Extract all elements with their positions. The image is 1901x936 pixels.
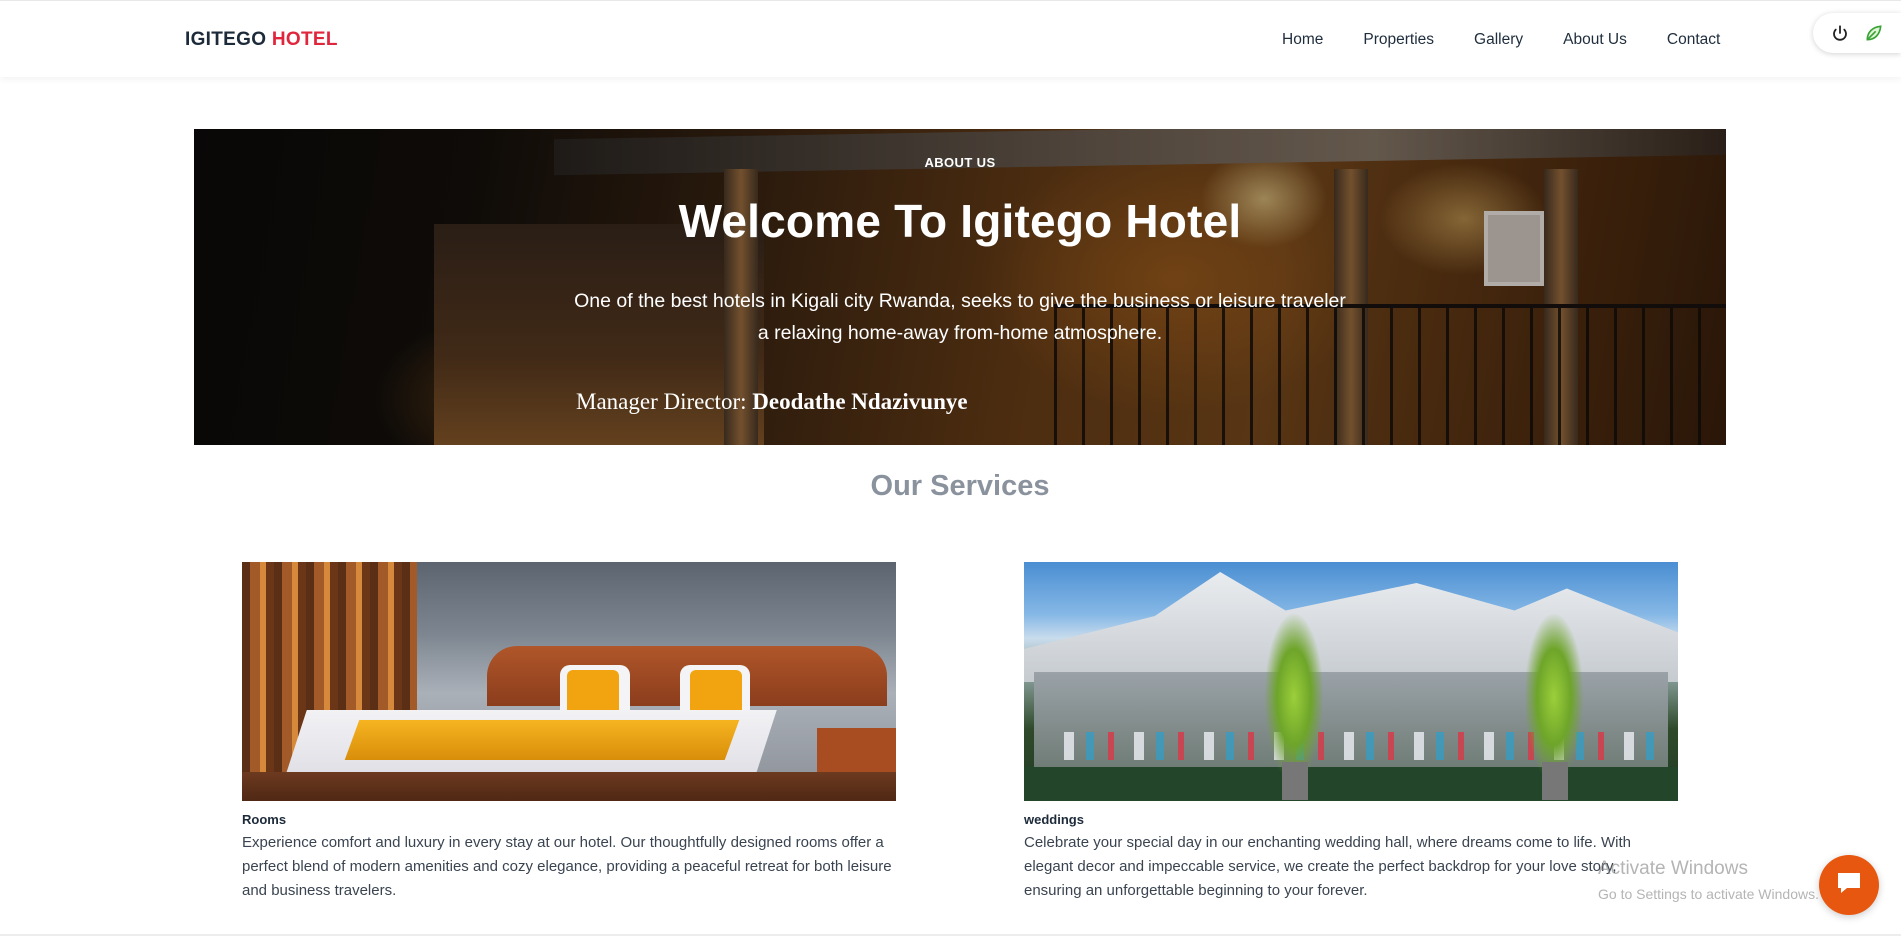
main-nav: Home Properties Gallery About Us Contact — [1282, 31, 1760, 49]
planter — [1542, 762, 1568, 800]
rooms-image — [242, 562, 896, 801]
watermark-line1: Activate Windows — [1598, 858, 1748, 879]
power-icon[interactable] — [1830, 23, 1850, 43]
top-navbar: IGITEGO HOTEL Home Properties Gallery Ab… — [0, 0, 1901, 77]
hero-banner: ABOUT US Welcome To Igitego Hotel One of… — [194, 129, 1726, 445]
hero-content: ABOUT US Welcome To Igitego Hotel One of… — [194, 129, 1726, 445]
card-description: Celebrate your special day in our enchan… — [1024, 834, 1631, 899]
planter — [1282, 762, 1308, 800]
tree — [1524, 612, 1584, 782]
nav-gallery[interactable]: Gallery — [1474, 31, 1523, 49]
extension-widget — [1813, 13, 1901, 53]
service-card-weddings[interactable]: weddings Celebrate your special day in o… — [1024, 562, 1678, 903]
card-title: weddings — [1024, 812, 1084, 827]
nav-properties[interactable]: Properties — [1363, 31, 1434, 49]
hero-director: Manager Director: Deodathe Ndazivunye — [576, 389, 968, 415]
brand-accent: HOTEL — [271, 29, 338, 50]
brand-name: IGITEGO — [185, 29, 267, 50]
card-description: Experience comfort and luxury in every s… — [242, 834, 892, 899]
brand-logo[interactable]: IGITEGO HOTEL — [185, 29, 338, 51]
tree — [1264, 612, 1324, 782]
hero-title: Welcome To Igitego Hotel — [678, 195, 1242, 247]
card-title: Rooms — [242, 812, 287, 827]
hero-lead: One of the best hotels in Kigali city Rw… — [574, 290, 1346, 344]
nav-about-us[interactable]: About Us — [1563, 31, 1627, 49]
service-card-rooms[interactable]: Rooms Experience comfort and luxury in e… — [242, 562, 896, 903]
director-label: Manager Director: — [576, 389, 747, 414]
nav-home[interactable]: Home — [1282, 31, 1323, 49]
chat-button[interactable] — [1819, 855, 1879, 915]
services-title: Our Services — [870, 470, 1050, 502]
floor — [242, 772, 896, 801]
weddings-image — [1024, 562, 1678, 801]
windows-activation-watermark: Activate Windows Go to Settings to activ… — [1598, 858, 1819, 902]
watermark-line2: Go to Settings to activate Windows. — [1598, 886, 1819, 902]
chat-bubble-icon — [1835, 870, 1863, 901]
nav-contact[interactable]: Contact — [1667, 31, 1720, 49]
bed-runner — [344, 720, 740, 760]
leaf-icon[interactable] — [1864, 23, 1884, 43]
director-name: Deodathe Ndazivunye — [752, 389, 968, 414]
hero-kicker: ABOUT US — [924, 155, 996, 170]
